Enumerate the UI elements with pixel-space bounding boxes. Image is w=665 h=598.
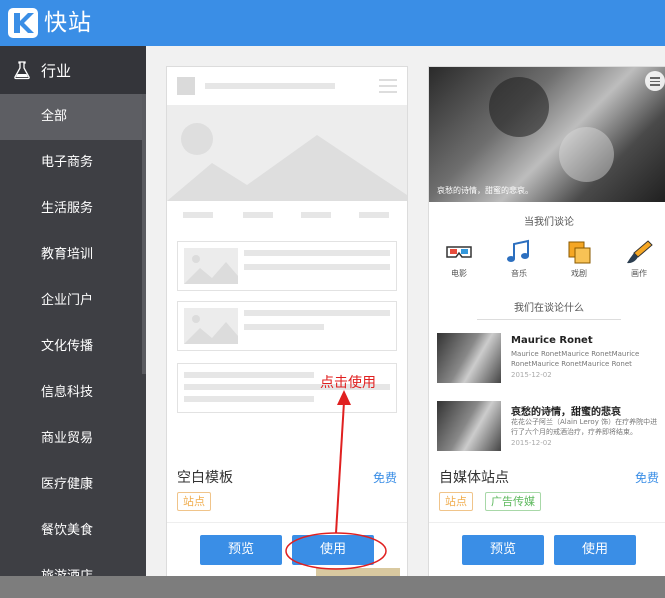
template-gallery: 空白模板 免费 站点 预览 使用 哀愁的诗情，甜蜜的悲哀。 当我们谈论 电影 音… [146, 46, 665, 576]
sidebar-item-health[interactable]: 医疗健康 [0, 462, 146, 508]
preview-button[interactable]: 预览 [200, 535, 282, 565]
sticky-notes-icon [568, 241, 591, 264]
feature-label: 电影 [451, 269, 467, 278]
article-item[interactable]: Maurice Ronet Maurice RonetMaurice Ronet… [437, 333, 661, 383]
sidebar-item-life-services[interactable]: 生活服务 [0, 186, 146, 232]
article-thumbnail [437, 401, 501, 451]
divider [167, 522, 407, 523]
article-thumbnail [437, 333, 501, 383]
section-heading: 当我们谈论 [524, 217, 574, 228]
logo-icon[interactable] [8, 8, 38, 38]
feature-painting: 画作 [619, 239, 659, 279]
article-title: Maurice Ronet [511, 335, 593, 346]
template-name: 空白模板 [177, 470, 233, 486]
3d-glasses-icon [446, 246, 472, 258]
template-name: 自媒体站点 [439, 470, 509, 486]
app-title: 快站 [44, 10, 92, 36]
price-label: 免费 [634, 471, 659, 485]
top-bar: 快站 [0, 0, 665, 46]
article-date: 2015-12-02 [511, 439, 552, 447]
feature-music: 音乐 [499, 239, 539, 279]
article-excerpt: 花花公子阿兰（Alain Leroy 饰）在疗养院中进行了六个月的戒酒治疗，疗养… [511, 418, 658, 436]
sidebar-heading-label: 行业 [41, 61, 72, 80]
feature-label: 戏剧 [571, 269, 587, 278]
feature-drama: 戏剧 [559, 239, 599, 279]
divider [429, 522, 665, 523]
feature-label: 画作 [631, 269, 647, 278]
paintbrush-icon [627, 240, 653, 264]
annotation-label: 点击使用 [320, 375, 376, 391]
sidebar-item-culture[interactable]: 文化传播 [0, 324, 146, 370]
sidebar-item-enterprise[interactable]: 企业门户 [0, 278, 146, 324]
tag-site: 站点 [177, 492, 211, 511]
flask-icon [14, 61, 30, 80]
price-label: 免费 [372, 471, 397, 485]
sidebar-item-education[interactable]: 教育培训 [0, 232, 146, 278]
self-media-template-preview[interactable]: 哀愁的诗情，甜蜜的悲哀。 当我们谈论 电影 音乐 戏剧 画作 我们在谈论什么 M… [429, 67, 665, 452]
bottom-strip [0, 576, 665, 598]
sidebar-item-trade[interactable]: 商业贸易 [0, 416, 146, 462]
template-card-blank: 空白模板 免费 站点 预览 使用 [166, 66, 408, 576]
feature-movie: 电影 [439, 239, 479, 279]
music-note-icon [507, 239, 529, 262]
image-placeholder-icon [167, 105, 407, 201]
use-button[interactable]: 使用 [554, 535, 636, 565]
sidebar-item-travel[interactable]: 旅游酒店 [0, 554, 146, 576]
industry-sidebar: 行业 全部 电子商务 生活服务 教育培训 企业门户 文化传播 信息科技 商业贸易… [0, 46, 146, 576]
article-item[interactable]: 哀愁的诗情，甜蜜的悲哀 花花公子阿兰（Alain Leroy 饰）在疗养院中进行… [437, 401, 661, 451]
tag-site: 站点 [439, 492, 473, 511]
preview-button[interactable]: 预览 [462, 535, 544, 565]
use-button[interactable]: 使用 [292, 535, 374, 565]
section-heading: 我们在谈论什么 [514, 303, 584, 314]
tag-advertising: 广告传媒 [485, 492, 541, 511]
sidebar-item-food[interactable]: 餐饮美食 [0, 508, 146, 554]
article-date: 2015-12-02 [511, 371, 552, 379]
menu-icon [379, 79, 397, 93]
article-excerpt: Maurice RonetMaurice RonetMaurice RonetM… [511, 350, 640, 368]
sidebar-item-it[interactable]: 信息科技 [0, 370, 146, 416]
sidebar-heading: 行业 [0, 46, 146, 94]
sidebar-item-ecommerce[interactable]: 电子商务 [0, 140, 146, 186]
blank-template-preview[interactable] [167, 67, 407, 452]
article-title: 哀愁的诗情，甜蜜的悲哀 [511, 407, 621, 418]
template-card-self-media: 哀愁的诗情，甜蜜的悲哀。 当我们谈论 电影 音乐 戏剧 画作 我们在谈论什么 M… [428, 66, 665, 576]
menu-icon [645, 71, 665, 91]
film-still-image: 哀愁的诗情，甜蜜的悲哀。 [429, 67, 665, 202]
photo-caption: 哀愁的诗情，甜蜜的悲哀。 [437, 186, 533, 195]
feature-label: 音乐 [511, 269, 527, 278]
sidebar-item-all[interactable]: 全部 [0, 94, 146, 140]
